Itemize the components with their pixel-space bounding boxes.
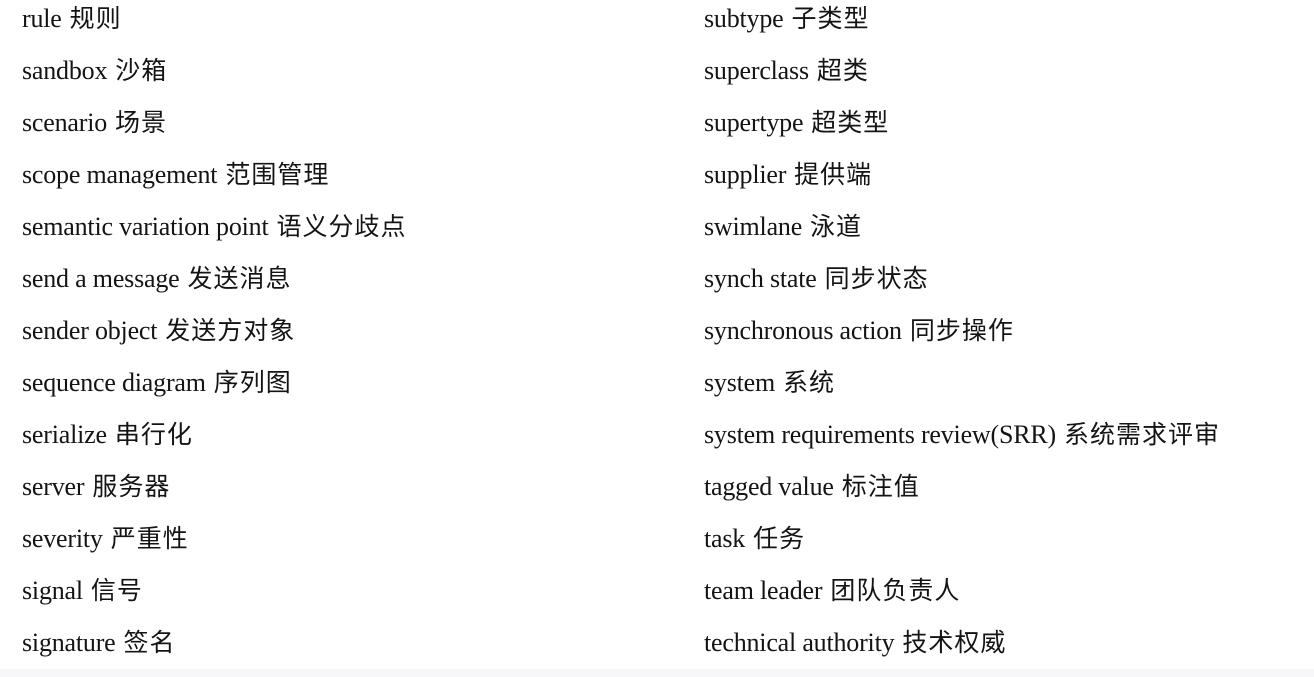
glossary-term: rule: [22, 4, 62, 33]
glossary-term: sender object: [22, 316, 158, 345]
glossary-translation: 序列图: [213, 368, 292, 397]
glossary-term: scenario: [22, 108, 108, 137]
glossary-translation: 泳道: [810, 212, 863, 241]
glossary-translation: 提供端: [794, 160, 873, 189]
glossary-term: tagged value: [704, 472, 834, 501]
glossary-translation: 签名: [123, 628, 176, 657]
glossary-entry: semantic variation point 语义分歧点: [22, 208, 682, 260]
glossary-translation: 超类: [816, 56, 869, 85]
glossary-translation: 技术权威: [902, 628, 1007, 657]
glossary-right-column: subtype 子类型 superclass 超类 supertype 超类型 sup…: [704, 0, 1310, 676]
glossary-translation: 严重性: [110, 524, 189, 553]
glossary-entry: supplier 提供端: [704, 156, 1310, 208]
glossary-term: technical authority: [704, 628, 895, 657]
glossary-translation: 发送方对象: [165, 316, 296, 345]
glossary-translation: 团队负责人: [830, 576, 961, 605]
glossary-entry: synch state 同步状态: [704, 260, 1310, 312]
glossary-translation: 系统需求评审: [1063, 420, 1220, 449]
glossary-entry: sender object 发送方对象: [22, 312, 682, 364]
glossary-entry: tagged value 标注值: [704, 468, 1310, 520]
glossary-entry: superclass 超类: [704, 52, 1310, 104]
glossary-term: serialize: [22, 420, 107, 449]
glossary-translation: 场景: [115, 108, 168, 137]
glossary-translation: 同步状态: [824, 264, 929, 293]
glossary-entry: synchronous action 同步操作: [704, 312, 1310, 364]
glossary-entry: scope management 范围管理: [22, 156, 682, 208]
glossary-entry: system 系统: [704, 364, 1310, 416]
glossary-page: rule 规则 sandbox 沙箱 scenario 场景 scope manage…: [0, 0, 1314, 677]
glossary-term: system: [704, 368, 776, 397]
glossary-term: supplier: [704, 160, 787, 189]
glossary-translation: 标注值: [841, 472, 920, 501]
glossary-term: task: [704, 524, 746, 553]
bottom-divider: [0, 669, 1314, 677]
glossary-entry: team leader 团队负责人: [704, 572, 1310, 624]
glossary-translation: 沙箱: [115, 56, 168, 85]
glossary-translation: 同步操作: [909, 316, 1014, 345]
glossary-term: signal: [22, 576, 83, 605]
glossary-entry: task 任务: [704, 520, 1310, 572]
glossary-translation: 服务器: [92, 472, 171, 501]
glossary-translation: 任务: [753, 524, 806, 553]
glossary-entry: server 服务器: [22, 468, 682, 520]
glossary-term: supertype: [704, 108, 804, 137]
glossary-term: system requirements review(SRR): [704, 420, 1056, 449]
glossary-translation: 发送消息: [187, 264, 292, 293]
glossary-translation: 范围管理: [225, 160, 330, 189]
glossary-entry: send a message 发送消息: [22, 260, 682, 312]
glossary-term: server: [22, 472, 85, 501]
glossary-translation: 子类型: [791, 4, 870, 33]
glossary-translation: 规则: [69, 4, 122, 33]
glossary-term: send a message: [22, 264, 180, 293]
glossary-entry: signal 信号: [22, 572, 682, 624]
glossary-translation: 串行化: [114, 420, 193, 449]
glossary-entry: system requirements review(SRR) 系统需求评审: [704, 416, 1310, 468]
glossary-translation: 语义分歧点: [276, 212, 407, 241]
glossary-term: synch state: [704, 264, 817, 293]
glossary-entry: severity 严重性: [22, 520, 682, 572]
glossary-term: signature: [22, 628, 116, 657]
glossary-entry: sandbox 沙箱: [22, 52, 682, 104]
glossary-term: sequence diagram: [22, 368, 206, 397]
glossary-term: superclass: [704, 56, 809, 85]
glossary-entry: serialize 串行化: [22, 416, 682, 468]
glossary-term: team leader: [704, 576, 823, 605]
glossary-entry: sequence diagram 序列图: [22, 364, 682, 416]
glossary-translation: 系统: [783, 368, 836, 397]
glossary-term: semantic variation point: [22, 212, 269, 241]
glossary-entry: swimlane 泳道: [704, 208, 1310, 260]
glossary-term: sandbox: [22, 56, 108, 85]
glossary-entry: subtype 子类型: [704, 0, 1310, 52]
glossary-term: subtype: [704, 4, 784, 33]
glossary-entry: rule 规则: [22, 0, 682, 52]
glossary-term: scope management: [22, 160, 218, 189]
glossary-left-column: rule 规则 sandbox 沙箱 scenario 场景 scope manage…: [22, 0, 682, 676]
glossary-term: swimlane: [704, 212, 803, 241]
glossary-term: synchronous action: [704, 316, 902, 345]
glossary-translation: 信号: [90, 576, 143, 605]
glossary-entry: scenario 场景: [22, 104, 682, 156]
glossary-entry: supertype 超类型: [704, 104, 1310, 156]
glossary-translation: 超类型: [811, 108, 890, 137]
glossary-term: severity: [22, 524, 103, 553]
